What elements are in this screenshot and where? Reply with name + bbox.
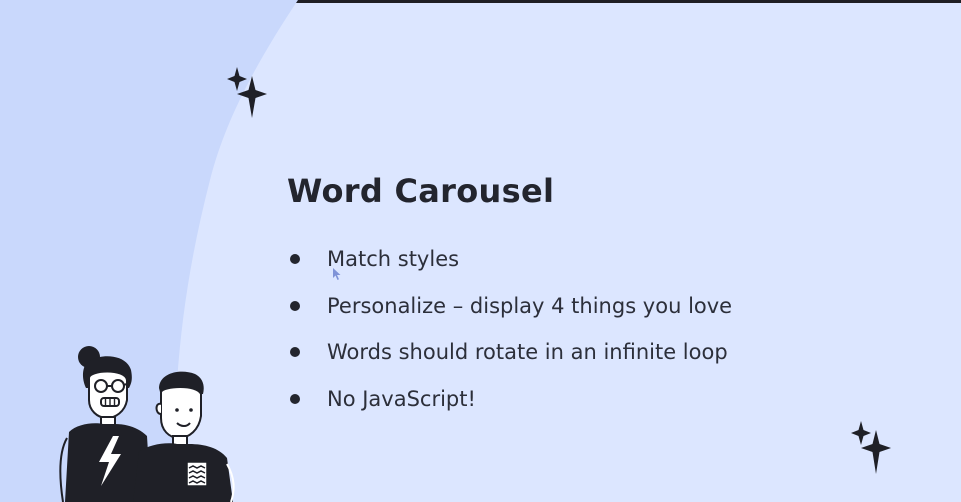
bullet-dot [290,254,300,265]
people-illustration [59,346,235,502]
bullet-text: Words should rotate in an infinite loop [327,340,728,365]
bullet-item: No JavaScript! [287,376,732,423]
bullet-dot [290,300,300,311]
bullet-text: No JavaScript! [327,386,476,411]
sparkle-icon [851,421,891,474]
man-figure [133,371,235,502]
slide-title: Word Carousel [287,172,555,210]
bullet-item: Personalize – display 4 things you love [287,283,732,330]
bullet-dot [290,393,300,404]
bullet-text: Match styles [327,247,460,272]
bullet-text: Personalize – display 4 things you love [327,293,733,318]
sparkle-icon [227,67,267,118]
mouse-cursor-icon [333,268,341,280]
bullet-item: Words should rotate in an infinite loop [287,329,732,376]
bullet-dot [290,347,300,358]
bullet-item: Match styles [287,236,732,283]
presentation-slide: Word Carousel Match styles Personalize –… [0,0,961,502]
bullet-list: Match styles Personalize – display 4 thi… [287,236,732,422]
